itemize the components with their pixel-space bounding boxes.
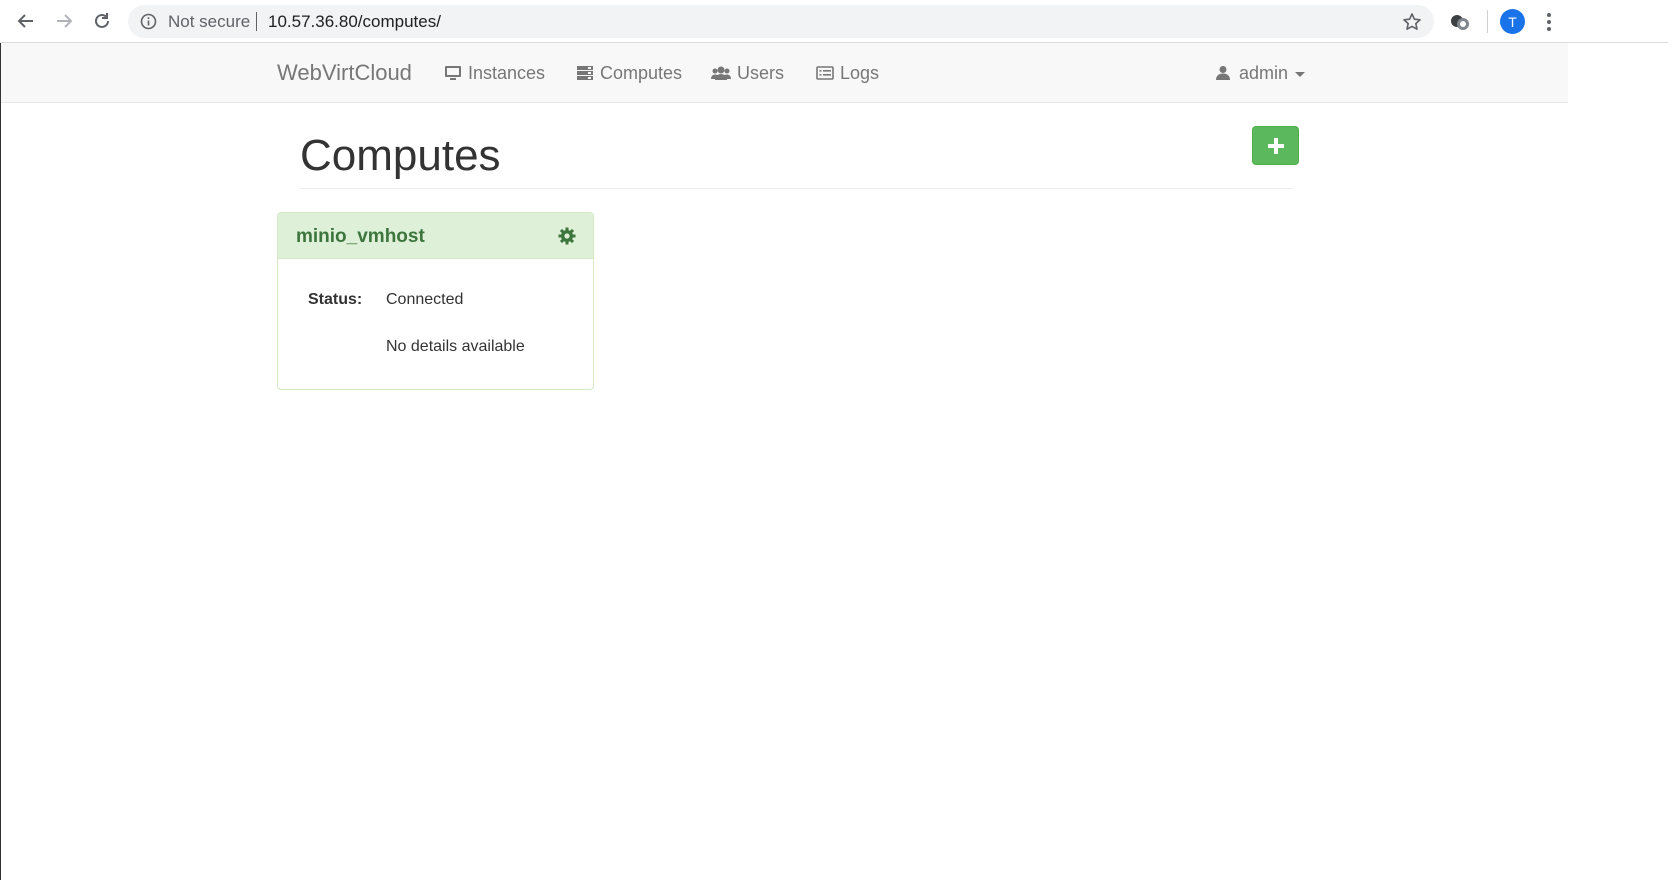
compute-name-link[interactable]: minio_vmhost — [296, 226, 425, 248]
nav-instances[interactable]: Instances — [444, 63, 545, 83]
user-dropdown[interactable]: admin — [1216, 62, 1306, 83]
app-navbar: WebVirtCloud Instances Computes Users Lo… — [1, 43, 1568, 103]
page-header: Computes — [300, 125, 1294, 189]
users-icon — [711, 66, 731, 80]
reload-icon — [95, 13, 109, 28]
browser-toolbar: Not secure 10.57.36.80/computes/ T — [0, 0, 1668, 43]
profile-avatar[interactable]: T — [1500, 9, 1525, 34]
nav-instances-label: Instances — [468, 62, 546, 83]
status-value: Connected — [386, 291, 464, 308]
nav-users-label: Users — [737, 62, 785, 83]
add-compute-button[interactable] — [1252, 126, 1299, 165]
user-icon — [1216, 66, 1230, 80]
plus-icon — [1267, 137, 1284, 154]
forward-button[interactable] — [51, 8, 77, 34]
details-text: No details available — [386, 338, 525, 355]
kebab-menu-icon[interactable] — [1541, 11, 1557, 33]
server-icon — [577, 66, 593, 80]
compute-card-heading: minio_vmhost — [278, 213, 593, 259]
gear-icon[interactable] — [558, 227, 576, 245]
nav-computes[interactable]: Computes — [576, 63, 682, 83]
page-title: Computes — [300, 131, 501, 180]
nav-logs[interactable]: Logs — [816, 63, 879, 83]
back-button[interactable] — [13, 8, 39, 34]
user-name: admin — [1239, 62, 1289, 83]
compute-card: minio_vmhost Status: Connected No detail… — [277, 212, 594, 390]
reload-button[interactable] — [89, 8, 115, 34]
info-icon[interactable] — [140, 13, 157, 30]
nav-computes-label: Computes — [600, 62, 683, 83]
window-edge — [0, 43, 1, 880]
extension-icon[interactable] — [1449, 11, 1471, 33]
forward-arrow-icon — [57, 14, 73, 28]
address-bar[interactable]: Not secure 10.57.36.80/computes/ — [128, 5, 1434, 38]
omnibox-divider — [256, 12, 257, 31]
status-label: Status: — [308, 291, 363, 308]
caret-down-icon — [1295, 71, 1306, 77]
back-arrow-icon — [17, 14, 33, 28]
url-text[interactable]: 10.57.36.80/computes/ — [268, 12, 441, 32]
security-label: Not secure — [168, 12, 251, 31]
brand-link[interactable]: WebVirtCloud — [277, 60, 412, 86]
nav-users[interactable]: Users — [711, 63, 784, 83]
bookmark-star-icon[interactable] — [1402, 12, 1422, 32]
monitor-icon — [445, 66, 461, 80]
toolbar-divider — [1487, 10, 1488, 33]
list-icon — [816, 66, 834, 80]
nav-logs-label: Logs — [840, 62, 880, 83]
